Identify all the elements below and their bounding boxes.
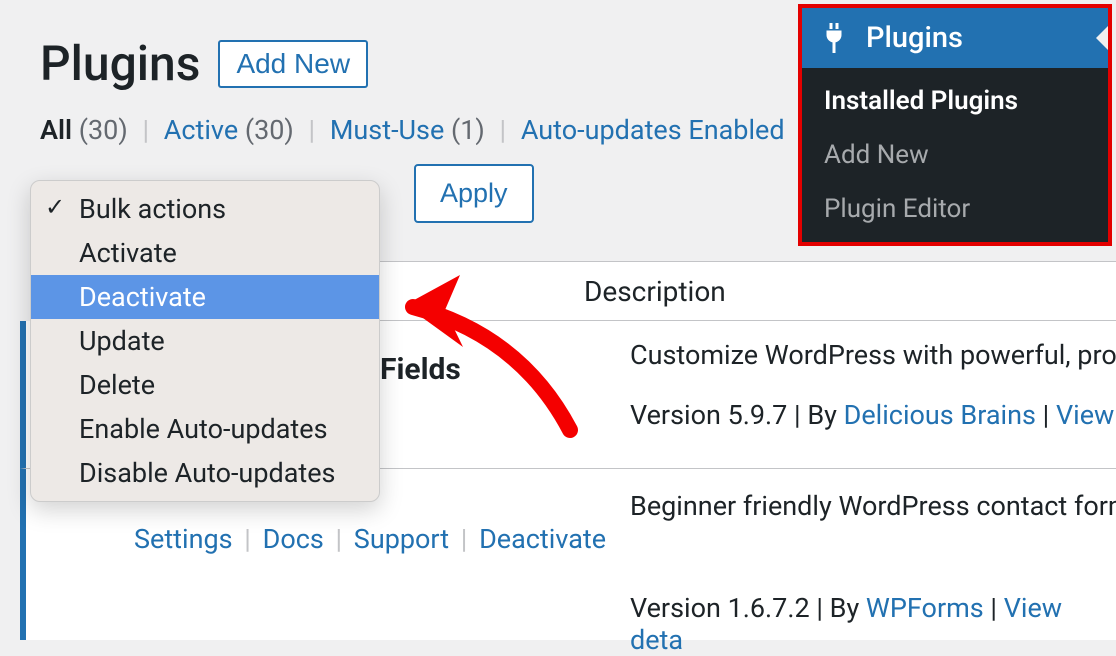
bulk-option-enable-auto[interactable]: Enable Auto-updates: [31, 407, 379, 451]
apply-button[interactable]: Apply: [414, 164, 534, 223]
bulk-option-activate[interactable]: Activate: [31, 231, 379, 275]
page-title: Plugins: [40, 35, 200, 92]
column-header-description: Description: [584, 275, 726, 308]
add-new-button[interactable]: Add New: [218, 40, 368, 88]
docs-link[interactable]: Docs: [263, 523, 324, 555]
bulk-option-disable-auto[interactable]: Disable Auto-updates: [31, 451, 379, 495]
plugin-description: Customize WordPress with powerful, pro: [630, 339, 1116, 371]
plugin-author-link[interactable]: WPForms: [866, 592, 984, 624]
submenu-plugin-editor[interactable]: Plugin Editor: [802, 182, 1108, 236]
filter-active[interactable]: Active: [164, 114, 238, 146]
plugin-author-link[interactable]: Delicious Brains: [844, 399, 1036, 431]
deactivate-link[interactable]: Deactivate: [479, 523, 606, 555]
plugin-name-fragment: Fields: [380, 352, 461, 387]
bulk-option-delete[interactable]: Delete: [31, 363, 379, 407]
filter-auto-updates[interactable]: Auto-updates Enabled: [521, 114, 785, 146]
settings-link[interactable]: Settings: [134, 523, 233, 555]
bulk-option-bulk-actions[interactable]: Bulk actions: [31, 187, 379, 231]
bulk-actions-dropdown[interactable]: Bulk actions Activate Deactivate Update …: [30, 180, 380, 502]
filter-active-count: (30): [245, 114, 294, 146]
plug-icon: [816, 20, 852, 56]
submenu-add-new[interactable]: Add New: [802, 128, 1108, 182]
submenu-title: Plugins: [866, 21, 963, 55]
bulk-option-deactivate[interactable]: Deactivate: [31, 275, 379, 319]
filter-mustuse-count: (1): [451, 114, 485, 146]
plugin-description: Beginner friendly WordPress contact form…: [630, 487, 1116, 526]
support-link[interactable]: Support: [354, 523, 449, 555]
submenu-header[interactable]: Plugins: [802, 8, 1108, 68]
plugin-action-links: Settings | Docs | Support | Deactivate: [134, 523, 606, 555]
filter-all-count: (30): [79, 114, 128, 146]
filter-must-use[interactable]: Must-Use: [330, 114, 444, 146]
plugin-version-text: Version 1.6.7.2 | By: [630, 592, 866, 624]
admin-submenu-plugins: Plugins Installed Plugins Add New Plugin…: [798, 4, 1112, 246]
filter-all[interactable]: All: [40, 114, 72, 146]
bulk-option-update[interactable]: Update: [31, 319, 379, 363]
pointer-icon: [1096, 26, 1108, 50]
view-details-link[interactable]: View: [1056, 399, 1114, 431]
submenu-installed-plugins[interactable]: Installed Plugins: [802, 74, 1108, 128]
plugin-version-text: Version 5.9.7 | By: [630, 399, 844, 431]
